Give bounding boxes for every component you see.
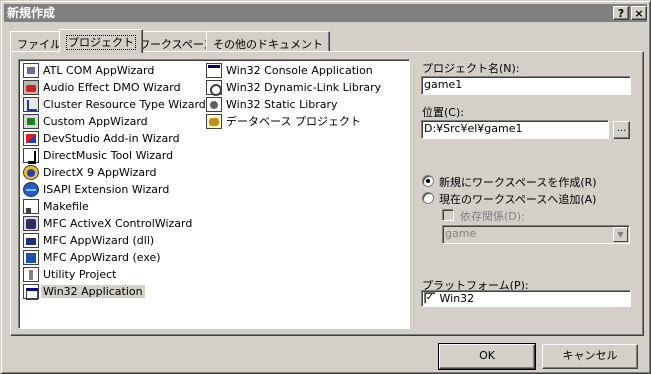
custom-wizard-icon	[23, 113, 39, 129]
title-bar: 新規作成 ? ×	[4, 4, 647, 22]
console-app-icon	[206, 62, 222, 78]
list-item-label: Custom AppWizard	[43, 115, 148, 128]
list-item-label: Win32 Dynamic-Link Library	[226, 81, 382, 94]
list-item-win32-application[interactable]: Win32 Application	[23, 283, 145, 300]
audio-dmo-icon	[23, 79, 39, 95]
platform-checkbox[interactable]: ✓	[424, 292, 436, 304]
dependency-select[interactable]: game ▼	[442, 225, 630, 244]
atl-wizard-icon	[23, 62, 39, 78]
list-item-mfc-exe[interactable]: MFC AppWizard (exe)	[23, 249, 163, 266]
list-item-makefile[interactable]: Makefile	[23, 198, 91, 215]
tab-workspace-label: ワークスペース	[139, 38, 215, 51]
project-name-label: プロジェクト名(N):	[422, 62, 520, 75]
location-label: 位置(C):	[422, 106, 464, 119]
list-item-custom-appwizard[interactable]: Custom AppWizard	[23, 113, 150, 130]
list-item-isapi[interactable]: ISAPI Extension Wizard	[23, 181, 171, 198]
list-item-mfc-activex[interactable]: MFC ActiveX ControlWizard	[23, 215, 194, 232]
list-item-utility[interactable]: Utility Project	[23, 266, 119, 283]
project-name-input[interactable]: game1	[421, 76, 631, 95]
project-type-list[interactable]: ATL COM AppWizard Audio Effect DMO Wizar…	[18, 59, 410, 329]
list-item-label: Makefile	[43, 200, 89, 213]
location-input[interactable]: D:¥Src¥el¥game1	[421, 120, 609, 139]
dialog-title: 新規作成	[7, 6, 56, 20]
mfc-exe-icon	[23, 249, 39, 265]
list-item-cluster-resource[interactable]: Cluster Resource Type Wizard	[23, 96, 208, 113]
list-item-audio-dmo[interactable]: Audio Effect DMO Wizard	[23, 79, 183, 96]
list-item-label: MFC ActiveX ControlWizard	[43, 217, 193, 230]
list-item-label: データベース プロジェクト	[226, 115, 361, 128]
radio-add-workspace[interactable]	[422, 192, 434, 204]
chevron-down-icon[interactable]: ▼	[613, 227, 628, 242]
directmusic-icon	[23, 147, 39, 164]
list-item-label: ATL COM AppWizard	[43, 64, 155, 77]
help-button[interactable]: ?	[613, 6, 629, 20]
dll-icon	[206, 79, 222, 96]
platform-value: Win32	[439, 292, 475, 305]
mfc-activex-icon	[23, 215, 39, 231]
list-item-label: Cluster Resource Type Wizard	[43, 98, 206, 111]
static-lib-icon	[206, 96, 222, 112]
ok-button[interactable]: OK	[438, 343, 536, 370]
list-item-label: Win32 Static Library	[226, 98, 338, 111]
browse-button[interactable]: ...	[613, 121, 630, 139]
list-item-mfc-dll[interactable]: MFC AppWizard (dll)	[23, 232, 156, 249]
dependency-select-value: game	[445, 227, 477, 240]
list-item-label: MFC AppWizard (dll)	[43, 234, 155, 247]
list-item-label: MFC AppWizard (exe)	[43, 251, 161, 264]
radio-new-workspace[interactable]	[422, 175, 434, 187]
list-item-label: Audio Effect DMO Wizard	[43, 81, 181, 94]
radio-add-workspace-label: 現在のワークスペースへ追加(A)	[439, 193, 597, 206]
makefile-icon	[23, 198, 39, 214]
dependency-label: 依存関係(D):	[460, 210, 525, 223]
utility-icon	[23, 266, 39, 282]
list-item-label: ISAPI Extension Wizard	[43, 183, 170, 196]
tab-file-label: ファイル	[17, 38, 61, 51]
dependency-checkbox[interactable]	[442, 209, 454, 221]
tab-project-label: プロジェクト	[66, 35, 136, 50]
tab-other-documents-label: その他のドキュメント	[213, 38, 323, 51]
platform-list[interactable]: ✓ Win32	[421, 290, 631, 307]
tab-project[interactable]: プロジェクト	[59, 29, 143, 53]
isapi-icon	[23, 181, 39, 197]
list-item-win32-static-lib[interactable]: Win32 Static Library	[206, 96, 340, 113]
new-project-dialog: 新規作成 ? × ファイル プロジェクト ワークスペース その他のドキュメント …	[0, 0, 651, 374]
list-item-database-project[interactable]: データベース プロジェクト	[206, 113, 363, 130]
win32-app-icon	[23, 283, 39, 300]
directx-icon	[23, 164, 39, 180]
list-item-label: DirectMusic Tool Wizard	[43, 149, 174, 162]
list-item-win32-console[interactable]: Win32 Console Application	[206, 62, 375, 79]
database-icon	[206, 113, 222, 129]
close-button[interactable]: ×	[631, 6, 647, 20]
list-item-directmusic[interactable]: DirectMusic Tool Wizard	[23, 147, 175, 164]
list-item-label: DirectX 9 AppWizard	[43, 166, 157, 179]
list-item-label: Win32 Console Application	[226, 64, 373, 77]
list-item-atl-com[interactable]: ATL COM AppWizard	[23, 62, 156, 79]
radio-new-workspace-label: 新規にワークスペースを作成(R)	[439, 176, 597, 189]
cluster-resource-icon	[23, 96, 39, 112]
tab-other-documents[interactable]: その他のドキュメント	[206, 31, 330, 51]
list-item-win32-dll[interactable]: Win32 Dynamic-Link Library	[206, 79, 383, 96]
list-item-label: Utility Project	[43, 268, 117, 281]
list-item-devstudio-addin[interactable]: DevStudio Add-in Wizard	[23, 130, 182, 147]
list-item-label: Win32 Application	[41, 285, 145, 298]
list-item-directx9[interactable]: DirectX 9 AppWizard	[23, 164, 158, 181]
list-item-label: DevStudio Add-in Wizard	[43, 132, 180, 145]
mfc-dll-icon	[23, 232, 39, 248]
cancel-button[interactable]: キャンセル	[542, 344, 638, 369]
devstudio-addin-icon	[23, 130, 39, 146]
